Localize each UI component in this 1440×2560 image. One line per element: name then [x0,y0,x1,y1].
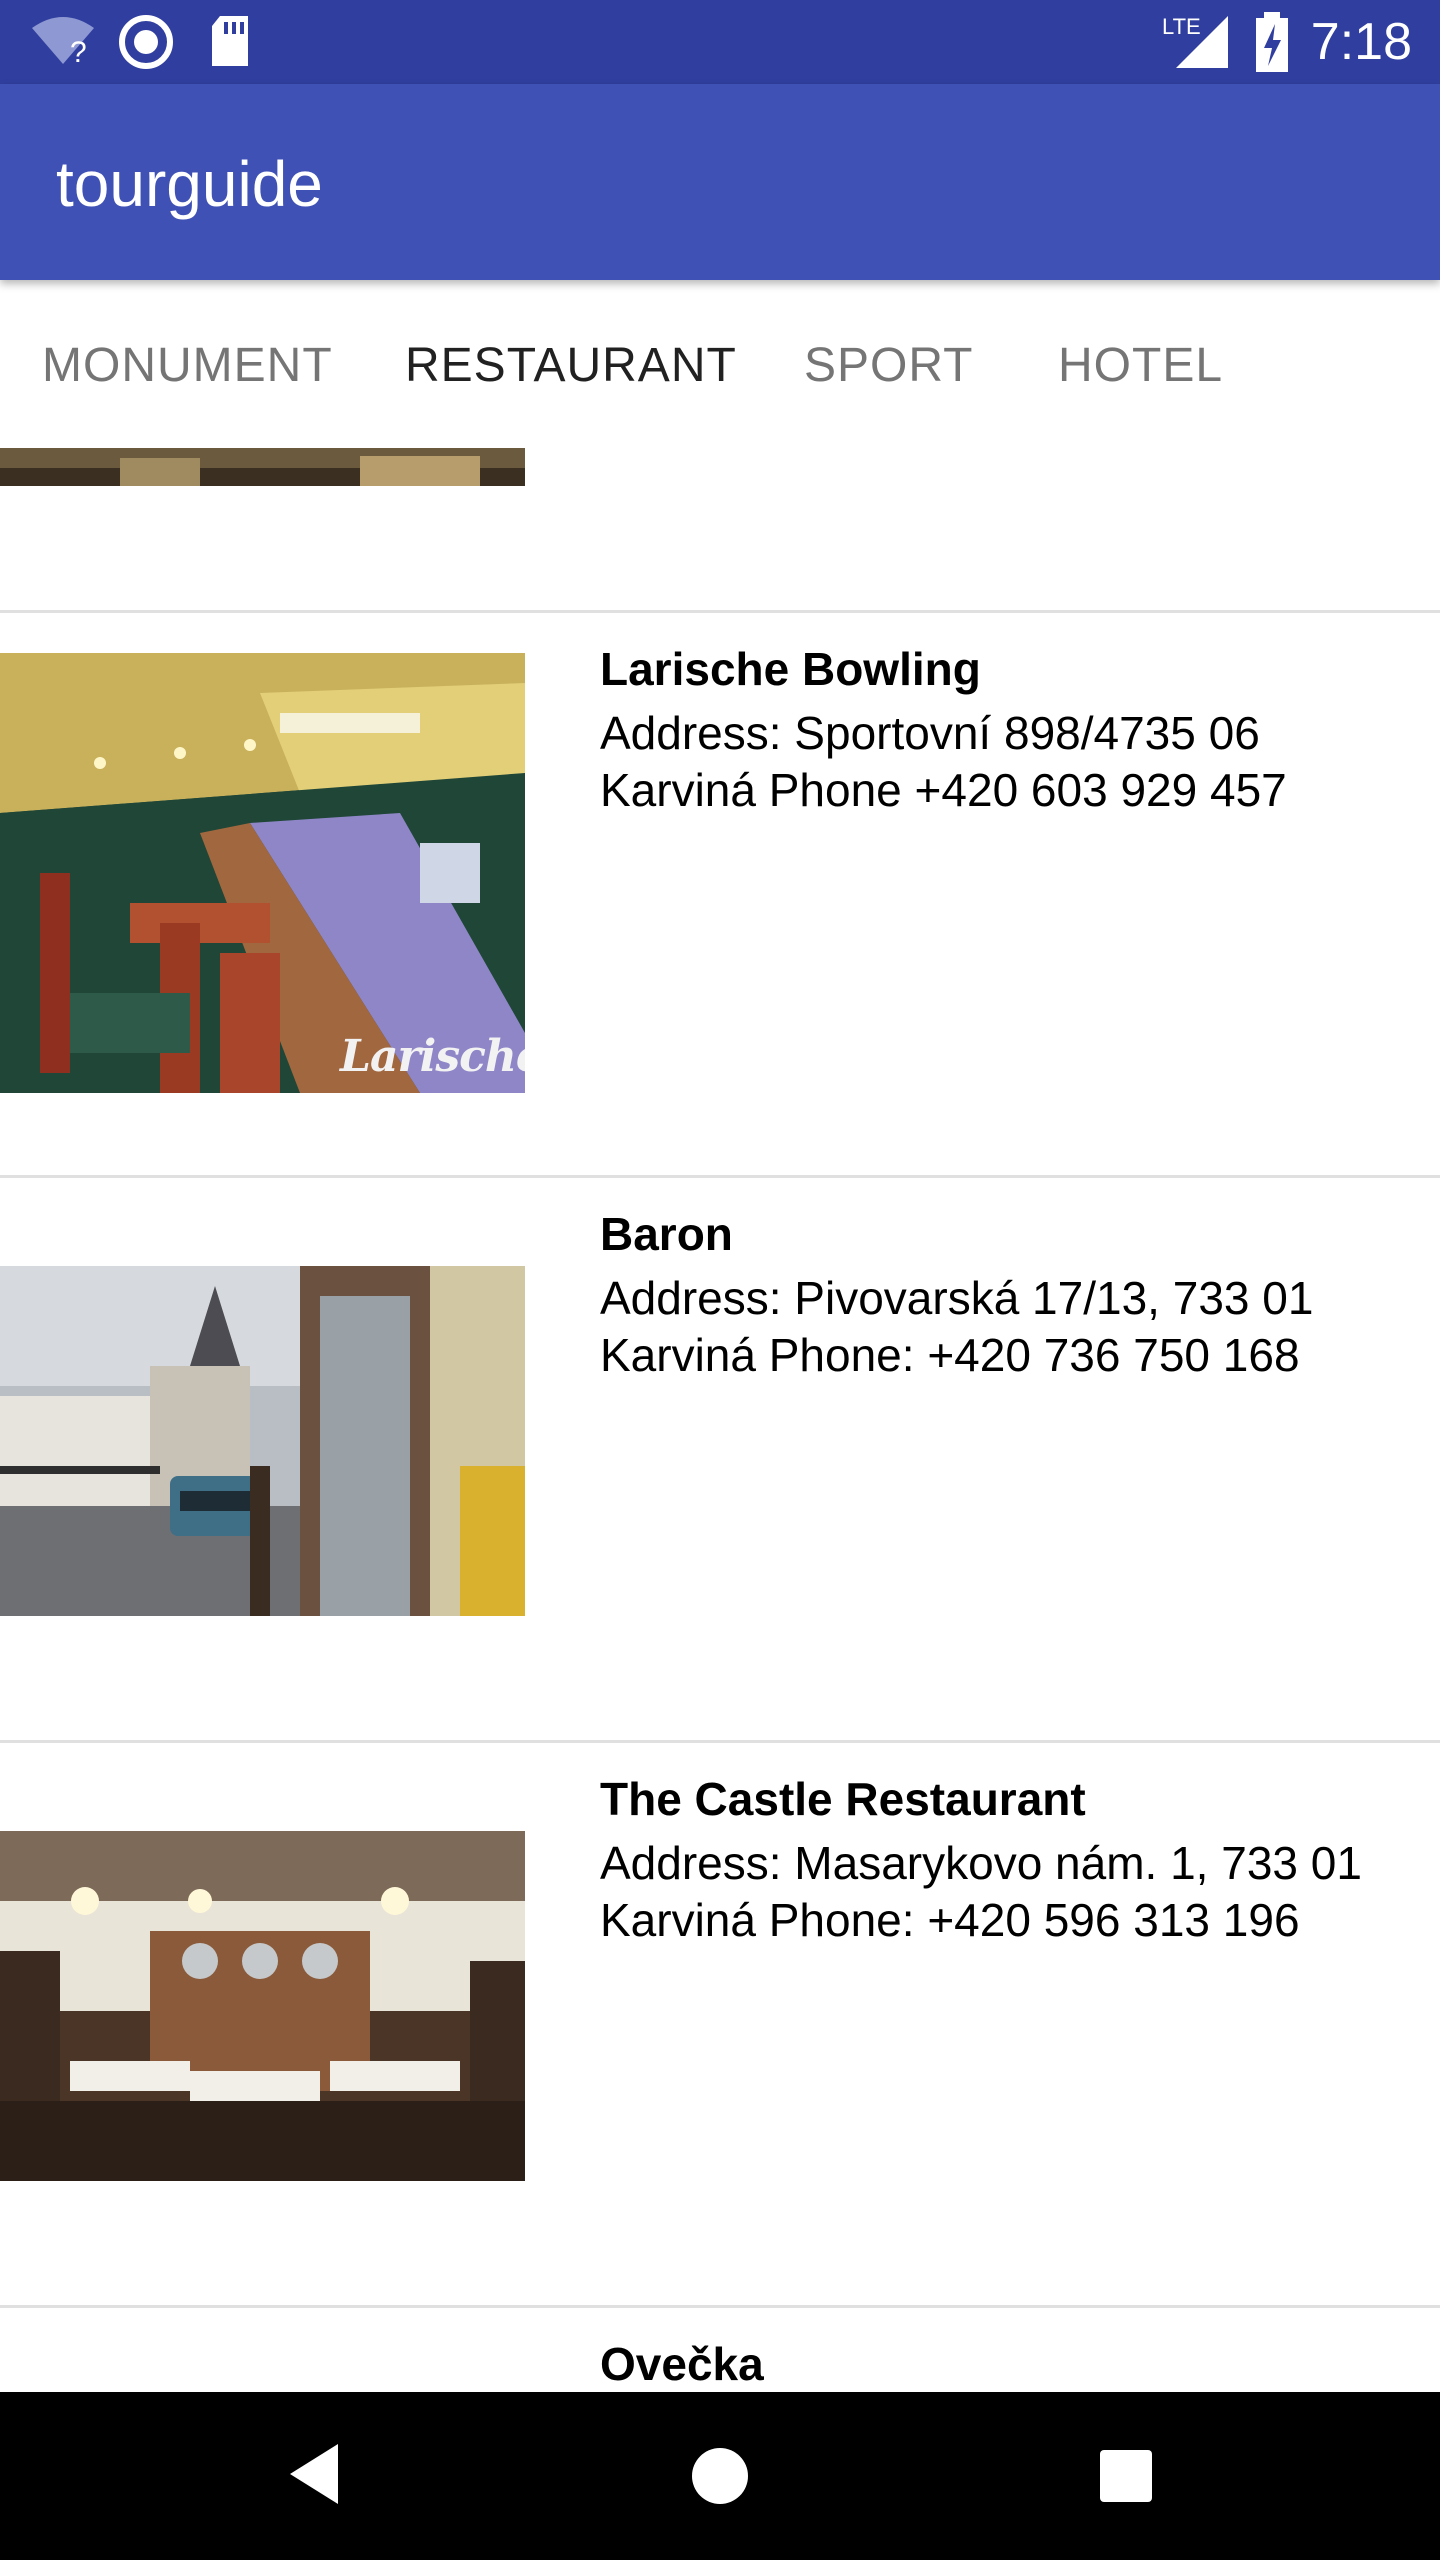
signal-icon [1176,16,1228,68]
wifi-unknown-icon: ? [32,17,94,66]
status-bar: ? LTE 7:18 [0,0,1440,84]
sd-card-icon [212,16,248,66]
place-details: Address: Pivovarská 17/13, 733 01 Karvin… [600,1272,1314,1381]
place-name: Larische Bowling [600,643,981,695]
list-item[interactable]: Baron Address: Pivovarská 17/13, 733 01 … [0,1178,1440,1740]
place-image [0,1831,525,2181]
list-item[interactable]: The Castle Restaurant Address: Masarykov… [0,1743,1440,2305]
svg-text:?: ? [70,36,87,66]
home-icon[interactable] [690,2446,750,2506]
place-details: Address: Sportovní 898/4735 06 Karviná P… [600,707,1287,816]
previous-item-image [0,448,525,486]
image-caption: Larische Bowling [340,1031,525,1082]
status-time: 7:18 [1310,13,1412,71]
navigation-bar [0,2392,1440,2560]
place-name: Ovečka [600,2338,764,2390]
app-title: tourguide [56,148,323,220]
place-image [0,1266,525,1616]
place-name: The Castle Restaurant [600,1773,1086,1825]
tab-sport[interactable]: SPORT [804,336,973,396]
list-item[interactable]: Larische Bowling Larische Bowling Addres… [0,613,1440,1177]
battery-charging-icon [1256,12,1288,72]
place-details: Address: Masarykovo nám. 1, 733 01 Karvi… [600,1837,1362,1946]
list-item[interactable]: Ovečka [0,2308,1440,2392]
place-image: Larische Bowling [0,653,525,1093]
restaurant-list[interactable]: Larische Bowling Larische Bowling Addres… [0,448,1440,2392]
back-icon[interactable] [286,2442,342,2506]
sync-icon [119,15,173,69]
tab-restaurant[interactable]: RESTAURANT [405,336,737,396]
category-tabs: MONUMENT RESTAURANT SPORT HOTEL [0,280,1440,448]
app-bar: tourguide [0,84,1440,280]
recents-icon[interactable] [1098,2448,1154,2504]
tab-monument[interactable]: MONUMENT [42,336,333,396]
tab-hotel[interactable]: HOTEL [1058,336,1223,396]
place-name: Baron [600,1208,733,1260]
